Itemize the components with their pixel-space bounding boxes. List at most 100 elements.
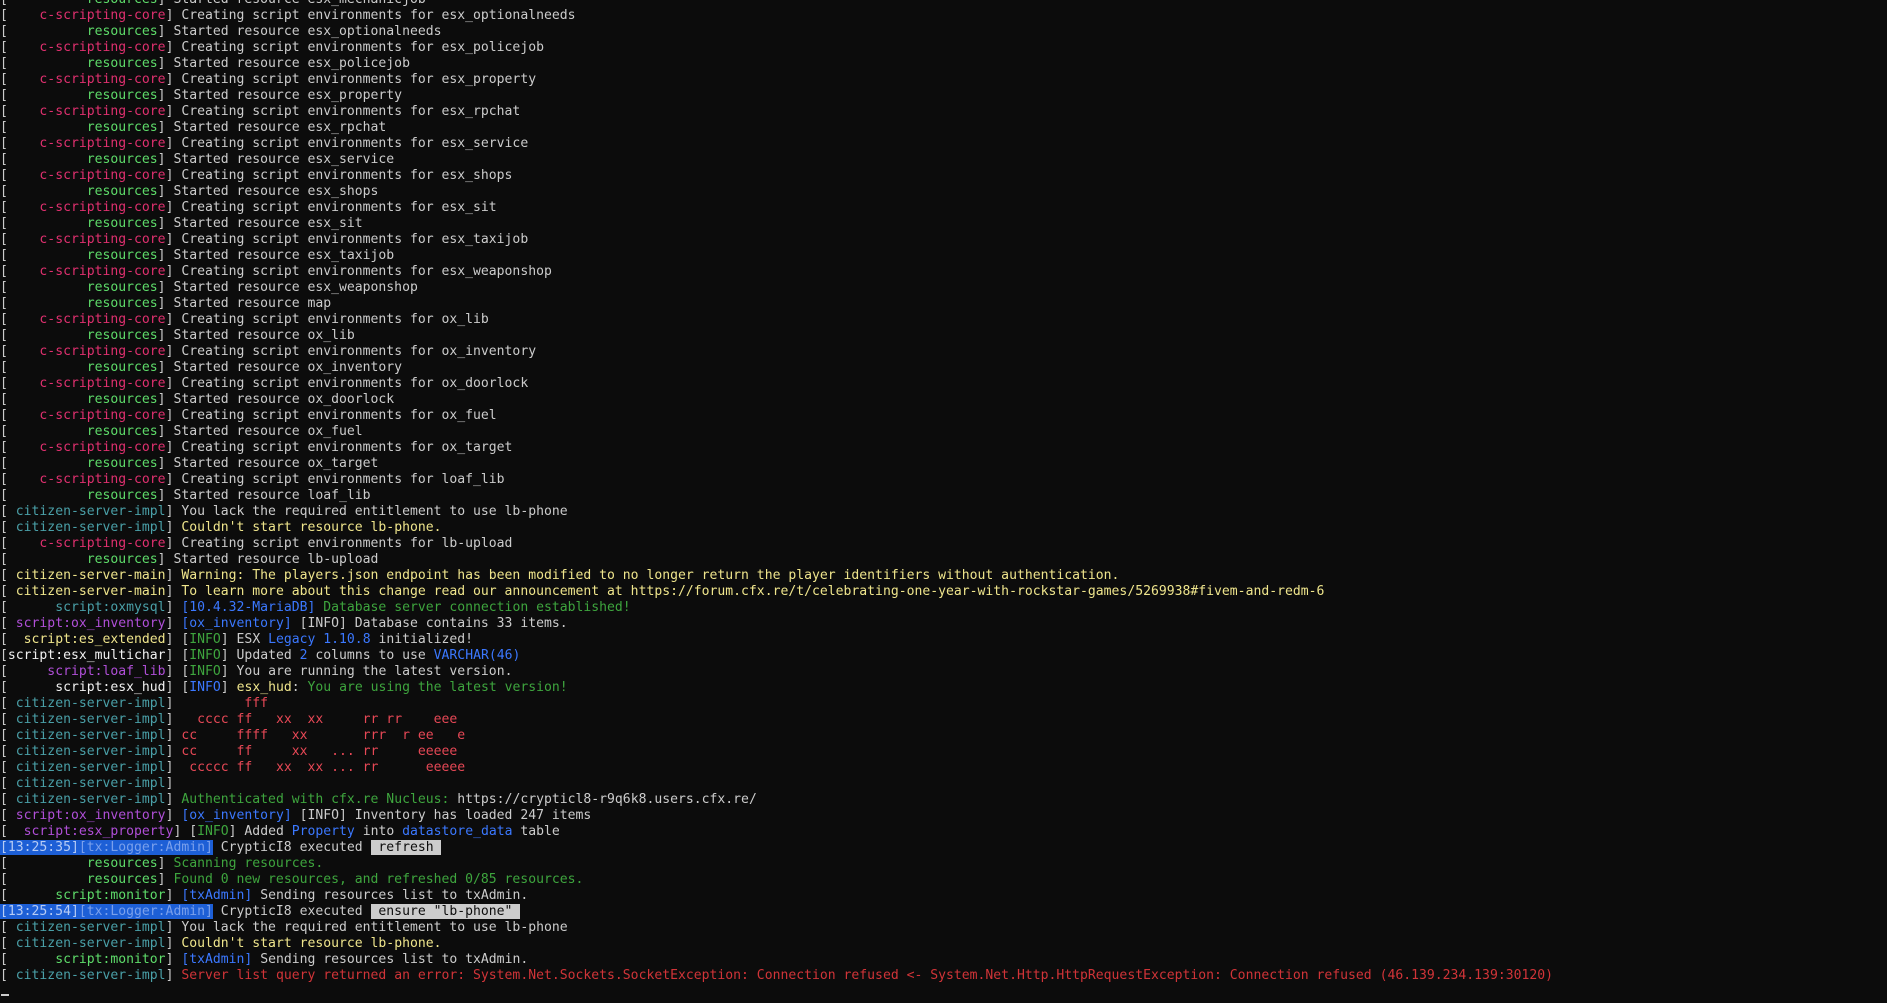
console-text-segment: [ — [0, 696, 8, 711]
console-line: [ resources] Started resource ox_lib — [0, 328, 1887, 344]
console-text-segment: ] — [158, 0, 174, 7]
console-text-segment: ] — [157, 424, 174, 439]
console-line: [13:25:35][tx:Logger:Admin] CrypticI8 ex… — [0, 840, 1887, 856]
console-text-segment: columns to use — [307, 648, 434, 663]
console-text-segment: You lack the required entitlement to use… — [181, 504, 568, 519]
console-line: [ c-scripting-core] Creating script envi… — [0, 440, 1887, 456]
console-text-segment: cc ff xx ... rr eeeee — [181, 744, 458, 759]
console-text-segment: Warning: The players.json endpoint has b… — [181, 568, 1120, 583]
console-text-segment: [ — [0, 72, 8, 87]
console-text-segment: cccc ff xx xx rr rr eee — [181, 712, 458, 727]
console-text-segment: [ — [0, 200, 8, 215]
console-line: [ c-scripting-core] Creating script envi… — [0, 72, 1887, 88]
console-line: [ resources] Started resource lb-upload — [0, 552, 1887, 568]
console-text-segment: ] — [165, 968, 182, 983]
console-line: [ c-scripting-core] Creating script envi… — [0, 136, 1887, 152]
console-text-segment: [ — [0, 776, 8, 791]
console-text-segment: [ — [0, 312, 8, 327]
console-text-segment: ] — [157, 280, 174, 295]
console-line: [ resources] Started resource esx_taxijo… — [0, 248, 1887, 264]
console-text-segment: Creating script environments for esx_rpc… — [181, 104, 521, 119]
console-text-segment: [INFO] Database contains 33 items. — [299, 616, 568, 631]
console-text-segment: [ — [0, 8, 8, 23]
console-text-segment: Property — [291, 824, 355, 839]
console-text-segment: script:esx_property — [7, 824, 174, 839]
console-text-segment: resources — [7, 120, 158, 135]
console-text-segment: [ — [0, 728, 8, 743]
console-text-segment: ] — [165, 232, 182, 247]
console-line: [ script:loaf_lib] [INFO] You are runnin… — [0, 664, 1887, 680]
console-text-segment: c-scripting-core — [7, 408, 166, 423]
console-text-segment: [ — [0, 824, 8, 839]
console-text-segment: [ — [0, 424, 8, 439]
console-text-segment: [ — [0, 456, 8, 471]
console-text-segment: [ — [0, 952, 8, 967]
console-text-segment: citizen-server-impl — [7, 744, 166, 759]
console-text-segment: ] — [157, 88, 174, 103]
server-console[interactable]: [ resources] Started resource esx_mechan… — [0, 0, 1887, 1003]
console-text-segment: [ — [0, 280, 8, 295]
console-text-segment: c-scripting-core — [7, 472, 166, 487]
console-text-segment: resources — [7, 296, 158, 311]
console-line: [ resources] Started resource ox_invento… — [0, 360, 1887, 376]
console-line: [ citizen-server-main] Warning: The play… — [0, 568, 1887, 584]
console-text-segment: resources — [7, 456, 158, 471]
console-text-segment: [ — [0, 872, 8, 887]
console-text-segment: [ — [0, 344, 8, 359]
console-text-segment: [ — [189, 824, 198, 839]
console-text-segment: [ — [0, 328, 8, 343]
console-text-segment: [ — [0, 24, 8, 39]
console-text-segment: [ox_inventory] — [181, 808, 300, 823]
console-text-segment: Started resource esx_weaponshop — [173, 280, 418, 295]
console-text-segment: ] — [157, 856, 174, 871]
console-text-segment: https://crypticl8-r9q6k8.users.cfx.re/ — [457, 792, 757, 807]
console-text-segment: ] — [165, 616, 182, 631]
console-text-segment: 2 — [299, 648, 308, 663]
console-text-segment: Started resource ox_fuel — [173, 424, 363, 439]
console-text-segment: into — [354, 824, 403, 839]
console-line: [ c-scripting-core] Creating script envi… — [0, 40, 1887, 56]
console-text-segment: Started resource ox_target — [173, 456, 379, 471]
console-text-segment: Creating script environments for esx_pol… — [181, 40, 544, 55]
console-text-segment: resources — [7, 24, 158, 39]
console-text-segment: [ — [0, 616, 8, 631]
console-text-segment: ] — [157, 872, 174, 887]
console-text-segment: Creating script environments for esx_sho… — [181, 168, 513, 183]
console-text-segment: ] — [165, 776, 182, 791]
console-text-segment: [ — [0, 104, 8, 119]
console-text-segment: Legacy 1.10.8 — [268, 632, 371, 647]
console-text-segment: ] — [157, 120, 174, 135]
console-text-segment: Couldn't start resource lb-phone. — [181, 520, 442, 535]
console-text-segment: ccccc ff xx xx ... rr eeeee — [181, 760, 466, 775]
console-text-segment: Creating script environments for esx_sit — [181, 200, 497, 215]
console-text-segment: citizen-server-impl — [7, 504, 166, 519]
console-line: [ resources] Started resource esx_mechan… — [0, 0, 1887, 8]
console-text-segment: citizen-server-impl — [7, 776, 166, 791]
console-text-segment: [ — [0, 968, 8, 983]
console-text-segment: ] — [165, 792, 182, 807]
console-text-segment: script:esx_hud — [7, 680, 166, 695]
console-text-segment: ] — [157, 552, 174, 567]
console-line: [ script:ox_inventory] [ox_inventory] [I… — [0, 616, 1887, 632]
console-text-segment: Server list query returned an error: Sys… — [181, 968, 1554, 983]
console-text-segment: c-scripting-core — [7, 344, 166, 359]
console-text-segment: Creating script environments for esx_wea… — [181, 264, 552, 279]
console-text-segment: [ — [0, 680, 8, 695]
console-text-segment: resources — [7, 360, 158, 375]
console-text-segment: c-scripting-core — [7, 8, 166, 23]
console-text-segment: resources — [8, 0, 158, 7]
console-text-segment: [ — [0, 216, 8, 231]
console-text-segment: esx_hud — [236, 680, 292, 695]
console-line: [ citizen-server-impl] Authenticated wit… — [0, 792, 1887, 808]
console-text-segment: [ — [0, 360, 8, 375]
console-line: [ resources] Started resource ox_target — [0, 456, 1887, 472]
console-text-segment: [ — [0, 568, 8, 583]
console-text-segment: c-scripting-core — [7, 536, 166, 551]
console-text-segment: citizen-server-impl — [7, 712, 166, 727]
console-line: [ resources] Started resource esx_shops — [0, 184, 1887, 200]
console-line: [ script:monitor] [txAdmin] Sending reso… — [0, 952, 1887, 968]
console-text-segment: citizen-server-impl — [7, 920, 166, 935]
console-text-segment: resources — [7, 280, 158, 295]
console-text-segment: [ — [0, 184, 8, 199]
console-text-segment: [ — [0, 808, 8, 823]
